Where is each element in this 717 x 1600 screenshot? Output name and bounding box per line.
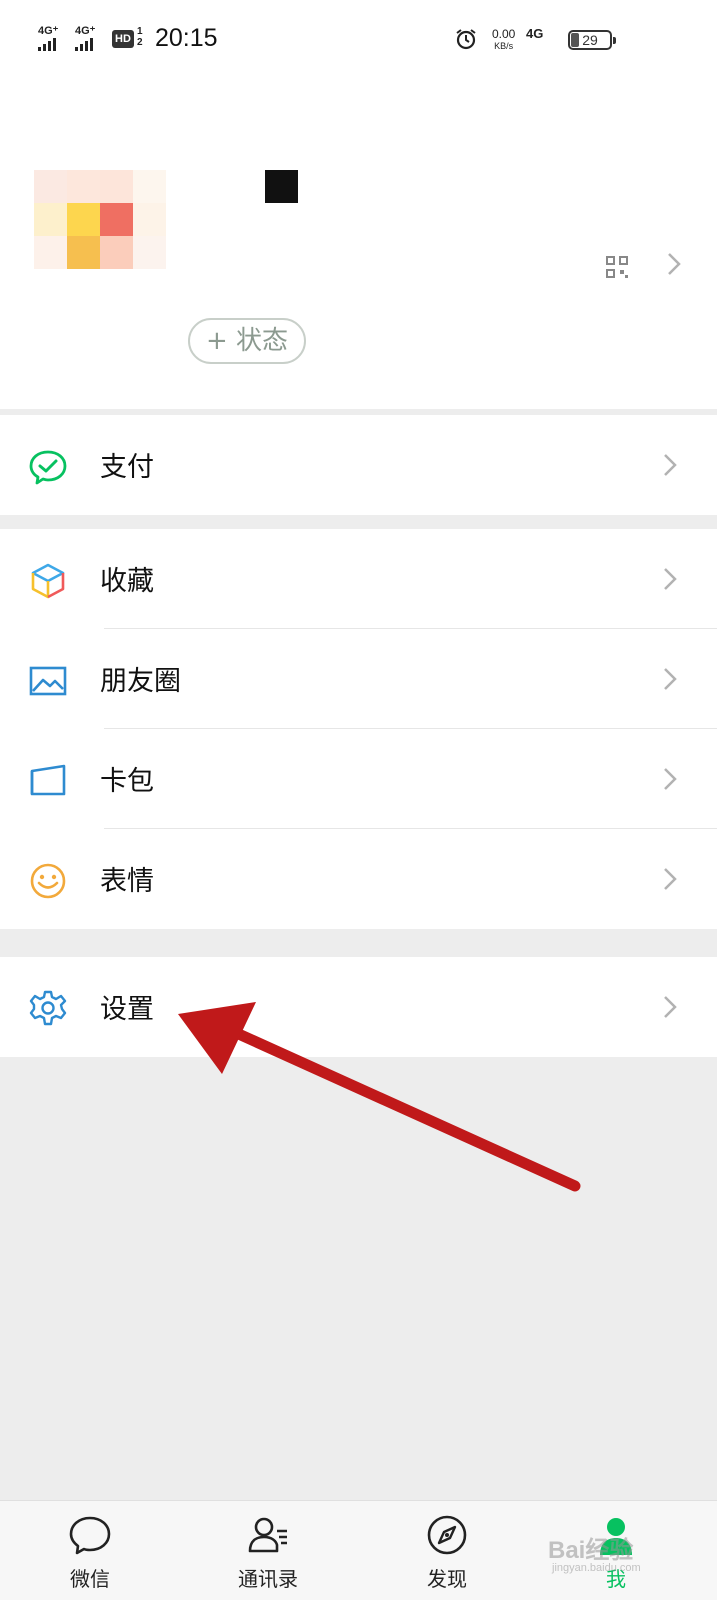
tab-label: 发现 (427, 1567, 467, 1591)
menu-group-settings: 设置 (0, 957, 717, 1057)
sim1-signal-icon (38, 38, 56, 51)
tab-chats[interactable]: 微信 (30, 1501, 150, 1600)
qr-code-icon[interactable] (606, 256, 628, 278)
clock-time: 20:15 (155, 24, 218, 52)
hd-voice-icon: HD (112, 30, 134, 48)
watermark-logo: Bai经验 (548, 1537, 634, 1564)
menu-label-favorites: 收藏 (100, 566, 154, 597)
chat-icon (69, 1516, 111, 1555)
menu-item-favorites[interactable]: 收藏 (0, 529, 717, 629)
card-wallet-icon (30, 764, 66, 796)
menu-item-settings[interactable]: 设置 (0, 957, 717, 1057)
avatar-pixelated[interactable] (34, 170, 434, 305)
menu-label-pay: 支付 (100, 452, 154, 483)
menu-item-stickers[interactable]: 表情 (0, 829, 717, 929)
contacts-icon (248, 1517, 287, 1553)
compass-icon (427, 1515, 467, 1555)
chevron-right-icon (664, 668, 677, 690)
status-bar: 4G⁺ 4G⁺ HD 12 20:15 0.00 KB/s 4G 29 (0, 0, 717, 80)
menu-item-cards[interactable]: 卡包 (0, 729, 717, 829)
chevron-right-icon (664, 768, 677, 790)
menu-group-pay: 支付 (0, 415, 717, 515)
hd-sub-label: 12 (137, 26, 143, 48)
watermark-url: jingyan.baidu.com (552, 1562, 641, 1574)
chevron-right-icon (664, 454, 677, 476)
sim1-network-label: 4G⁺ (38, 25, 59, 37)
network-speed: 0.00 KB/s (492, 27, 516, 51)
chevron-right-icon (668, 253, 681, 275)
chevron-right-icon (664, 868, 677, 890)
chevron-right-icon (664, 568, 677, 590)
smiley-face-icon (30, 863, 66, 899)
tab-contacts[interactable]: 通讯录 (208, 1501, 328, 1600)
menu-group-main: 收藏 朋友圈 卡包 表情 (0, 529, 717, 929)
menu-label-settings: 设置 (100, 994, 154, 1025)
tab-label: 微信 (70, 1567, 110, 1591)
add-status-button[interactable]: + 状态 (188, 318, 306, 364)
chevron-right-icon (664, 996, 677, 1018)
battery-indicator: 29 (568, 30, 616, 50)
alarm-icon (456, 29, 476, 50)
favorites-cube-icon (31, 563, 65, 599)
moments-picture-icon (29, 666, 67, 696)
menu-label-cards: 卡包 (100, 766, 154, 797)
menu-label-moments: 朋友圈 (100, 666, 181, 697)
menu-item-pay[interactable]: 支付 (0, 415, 717, 515)
menu-label-stickers: 表情 (100, 866, 154, 897)
sim2-signal-icon (75, 38, 93, 51)
tab-label: 通讯录 (238, 1567, 298, 1591)
tab-discover[interactable]: 发现 (387, 1501, 507, 1600)
sim2-network-label: 4G⁺ (75, 25, 96, 37)
gear-icon (29, 990, 67, 1026)
menu-item-moments[interactable]: 朋友圈 (0, 629, 717, 729)
profile-header[interactable]: + 状态 (0, 80, 717, 409)
mobile-data-label: 4G (526, 26, 544, 41)
wechat-pay-icon (29, 450, 67, 485)
